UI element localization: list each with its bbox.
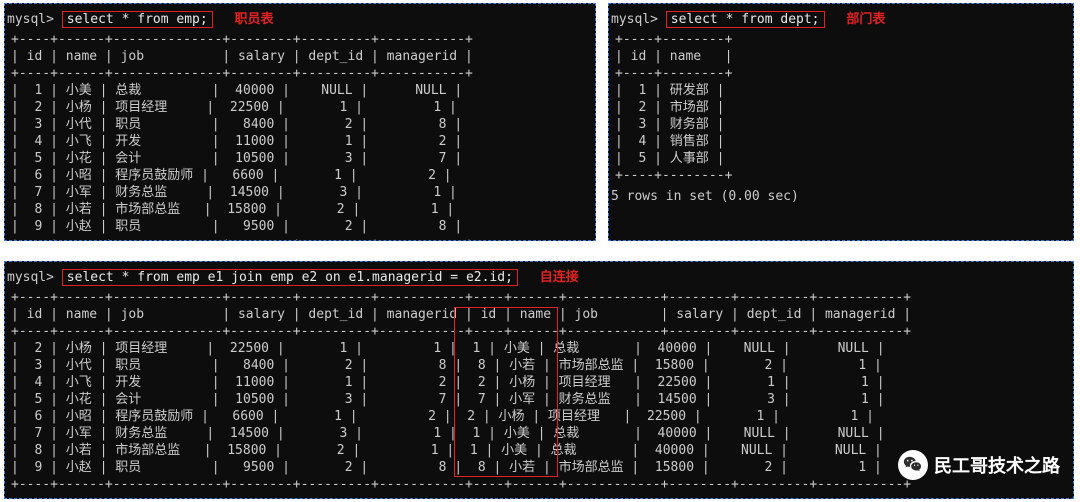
- wechat-icon: [898, 450, 928, 480]
- watermark-text: 民工哥技术之路: [934, 452, 1060, 478]
- join-badge: 自连接: [540, 270, 579, 285]
- join-prompt-line: mysql> select * from emp e1 join emp e2 …: [5, 262, 1073, 289]
- emp-terminal: mysql> select * from emp; 职员表 +----+----…: [4, 3, 596, 241]
- dept-status: 5 rows in set (0.00 sec): [609, 186, 1073, 207]
- emp-table: +----+------+--------------+--------+---…: [5, 31, 595, 241]
- emp-prompt-line: mysql> select * from emp; 职员表: [5, 4, 595, 31]
- dept-terminal: mysql> select * from dept; 部门表 +----+---…: [608, 3, 1074, 241]
- dept-query: select * from dept;: [666, 11, 825, 28]
- join-status: 8 rows in set (0.00 sec): [5, 495, 1073, 499]
- join-query: select * from emp e1 join emp e2 on e1.m…: [62, 269, 518, 286]
- emp-query: select * from emp;: [62, 11, 213, 28]
- emp-badge: 职员表: [235, 12, 274, 27]
- watermark: 民工哥技术之路: [898, 450, 1060, 480]
- mysql-prompt: mysql>: [611, 12, 658, 27]
- dept-table: +----+--------+ | id | name | +----+----…: [609, 31, 1073, 186]
- dept-prompt-line: mysql> select * from dept; 部门表: [609, 4, 1073, 31]
- mysql-prompt: mysql>: [7, 12, 54, 27]
- mysql-prompt: mysql>: [7, 270, 54, 285]
- dept-badge: 部门表: [846, 12, 885, 27]
